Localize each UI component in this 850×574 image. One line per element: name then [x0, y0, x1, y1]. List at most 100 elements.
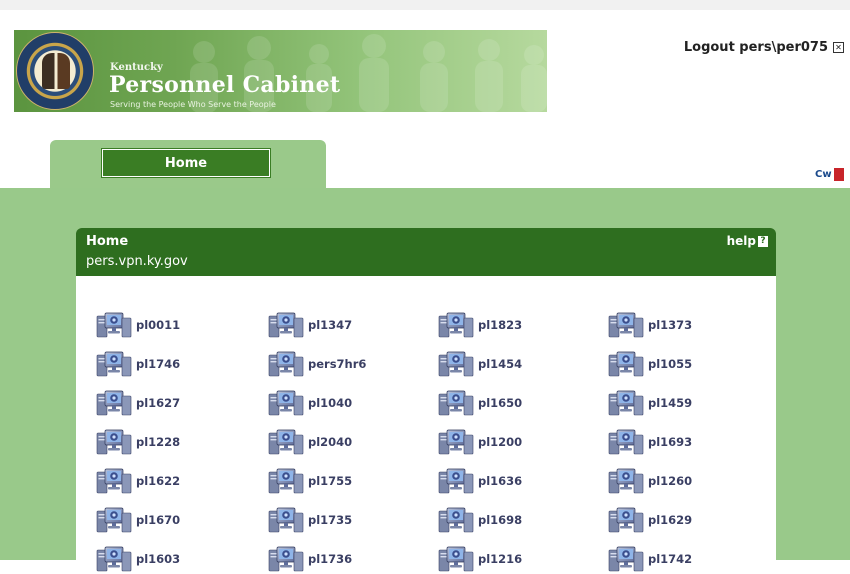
computer-name-link[interactable]: pl1742 — [648, 552, 692, 566]
computer-icon[interactable] — [96, 428, 132, 456]
logout-link[interactable]: Logout pers\per075 ✕ — [684, 40, 844, 55]
computer-item[interactable]: pl1736 — [268, 544, 352, 574]
computer-item[interactable]: pers7hr6 — [268, 349, 366, 379]
computer-item[interactable]: pl1629 — [608, 505, 692, 535]
computer-item[interactable]: pl1454 — [438, 349, 522, 379]
computer-item[interactable]: pl2040 — [268, 427, 352, 457]
computer-icon[interactable] — [268, 350, 304, 378]
computer-icon[interactable] — [608, 311, 644, 339]
computer-icon[interactable] — [96, 506, 132, 534]
computer-icon[interactable] — [438, 311, 474, 339]
computer-item[interactable]: pl1746 — [96, 349, 180, 379]
computer-name-link[interactable]: pl1629 — [648, 513, 692, 527]
computer-item[interactable]: pl1823 — [438, 310, 522, 340]
panel-title: Home — [86, 234, 129, 249]
computer-icon[interactable] — [438, 467, 474, 495]
computer-icon[interactable] — [438, 389, 474, 417]
computer-icon[interactable] — [268, 389, 304, 417]
computer-name-link[interactable]: pl1347 — [308, 318, 352, 332]
computer-item[interactable]: pl1055 — [608, 349, 692, 379]
computer-name-link[interactable]: pl1200 — [478, 435, 522, 449]
computer-name-link[interactable]: pl1459 — [648, 396, 692, 410]
computer-icon[interactable] — [96, 545, 132, 573]
computer-name-link[interactable]: pl0011 — [136, 318, 180, 332]
computer-name-link[interactable]: pl1622 — [136, 474, 180, 488]
computer-name-link[interactable]: pl1823 — [478, 318, 522, 332]
header-banner: Kentucky Personnel Cabinet Serving the P… — [14, 30, 547, 112]
computer-icon[interactable] — [96, 350, 132, 378]
logout-label[interactable]: Logout pers\per075 — [684, 40, 828, 55]
computer-icon[interactable] — [268, 428, 304, 456]
computer-name-link[interactable]: pl1260 — [648, 474, 692, 488]
computer-name-link[interactable]: pl1755 — [308, 474, 352, 488]
computer-item[interactable]: pl1347 — [268, 310, 352, 340]
help-icon[interactable]: ? — [758, 235, 768, 247]
computer-icon[interactable] — [608, 350, 644, 378]
computer-item[interactable]: pl1373 — [608, 310, 692, 340]
computer-icon[interactable] — [438, 350, 474, 378]
computer-item[interactable]: pl1650 — [438, 388, 522, 418]
computer-item[interactable]: pl1260 — [608, 466, 692, 496]
computer-item[interactable]: pl1627 — [96, 388, 180, 418]
computer-item[interactable]: pl1200 — [438, 427, 522, 457]
tab-home[interactable]: Home — [102, 149, 270, 177]
computer-name-link[interactable]: pl1454 — [478, 357, 522, 371]
computer-name-link[interactable]: pl1627 — [136, 396, 180, 410]
computer-name-link[interactable]: pl1698 — [478, 513, 522, 527]
kentucky-seal-logo — [16, 32, 94, 110]
computer-name-link[interactable]: pl1228 — [136, 435, 180, 449]
computer-item[interactable]: pl0011 — [96, 310, 180, 340]
computer-name-link[interactable]: pl1636 — [478, 474, 522, 488]
panel-body: pl0011 pl1347 pl1823 pl1373 pl1746 pers7… — [76, 276, 776, 572]
computer-item[interactable]: pl1622 — [96, 466, 180, 496]
computer-icon[interactable] — [268, 311, 304, 339]
computer-icon[interactable] — [96, 389, 132, 417]
computer-item[interactable]: pl1742 — [608, 544, 692, 574]
computer-icon[interactable] — [268, 545, 304, 573]
computer-icon[interactable] — [608, 506, 644, 534]
computer-item[interactable]: pl1228 — [96, 427, 180, 457]
computer-item[interactable]: pl1735 — [268, 505, 352, 535]
cw-logo-icon: Cw — [815, 166, 850, 182]
computer-icon[interactable] — [608, 428, 644, 456]
computer-item[interactable]: pl1670 — [96, 505, 180, 535]
computer-icon[interactable] — [438, 545, 474, 573]
computer-item[interactable]: pl1040 — [268, 388, 352, 418]
computer-name-link[interactable]: pl2040 — [308, 435, 352, 449]
computer-name-link[interactable]: pl1373 — [648, 318, 692, 332]
computer-name-link[interactable]: pl1216 — [478, 552, 522, 566]
computer-name-link[interactable]: pl1650 — [478, 396, 522, 410]
computer-icon[interactable] — [608, 389, 644, 417]
computer-icon[interactable] — [608, 545, 644, 573]
computer-icon[interactable] — [96, 311, 132, 339]
computer-name-link[interactable]: pers7hr6 — [308, 357, 366, 371]
computer-item[interactable]: pl1636 — [438, 466, 522, 496]
computer-item[interactable]: pl1459 — [608, 388, 692, 418]
computer-icon[interactable] — [268, 467, 304, 495]
computer-name-link[interactable]: pl1736 — [308, 552, 352, 566]
computer-icon[interactable] — [438, 506, 474, 534]
computer-name-link[interactable]: pl1670 — [136, 513, 180, 527]
computer-icon[interactable] — [608, 467, 644, 495]
computer-name-link[interactable]: pl1055 — [648, 357, 692, 371]
computer-name-link[interactable]: pl1735 — [308, 513, 352, 527]
top-strip — [0, 0, 850, 10]
computer-name-link[interactable]: pl1746 — [136, 357, 180, 371]
tab-bar: Home — [50, 140, 326, 188]
computer-name-link[interactable]: pl1603 — [136, 552, 180, 566]
computer-icon[interactable] — [96, 467, 132, 495]
close-icon[interactable]: ✕ — [833, 42, 844, 53]
help-link[interactable]: help ? — [727, 234, 768, 248]
computer-item[interactable]: pl1693 — [608, 427, 692, 457]
computer-icon[interactable] — [438, 428, 474, 456]
org-title: Personnel Cabinet — [109, 72, 341, 98]
computer-item[interactable]: pl1603 — [96, 544, 180, 574]
org-tagline: Serving the People Who Serve the People — [110, 100, 276, 109]
help-label[interactable]: help — [727, 234, 756, 248]
computer-item[interactable]: pl1698 — [438, 505, 522, 535]
computer-name-link[interactable]: pl1040 — [308, 396, 352, 410]
computer-icon[interactable] — [268, 506, 304, 534]
computer-item[interactable]: pl1755 — [268, 466, 352, 496]
computer-name-link[interactable]: pl1693 — [648, 435, 692, 449]
computer-item[interactable]: pl1216 — [438, 544, 522, 574]
